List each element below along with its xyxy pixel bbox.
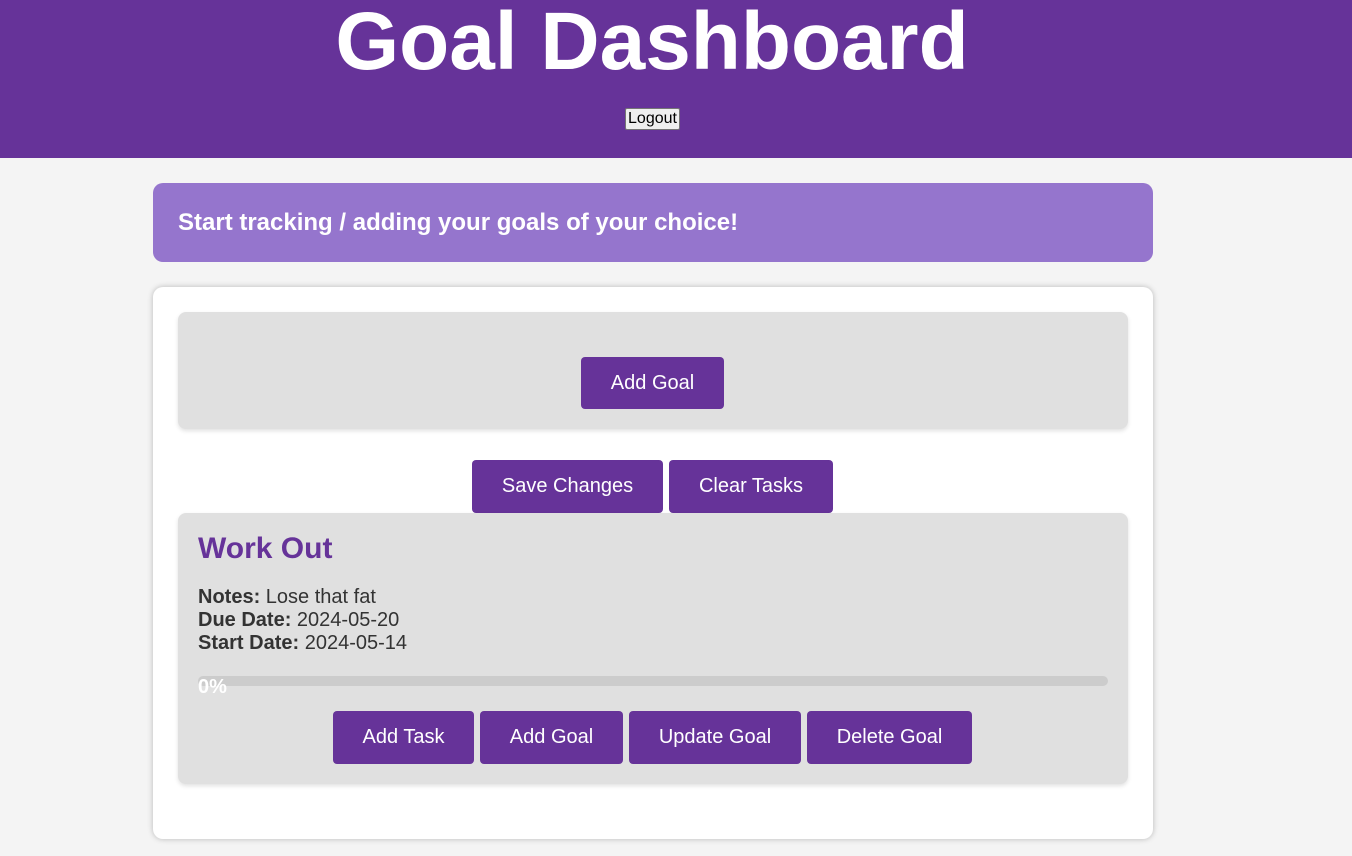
goal-due-date: Due Date: 2024-05-20 <box>198 609 399 632</box>
add-task-button[interactable]: Add Task <box>333 711 474 764</box>
due-date-label: Due Date: <box>198 609 292 631</box>
delete-goal-button[interactable]: Delete Goal <box>807 711 972 764</box>
start-date-value: 2024-05-14 <box>304 632 408 654</box>
goals-card: Add Goal Save Changes Clear Tasks Work O… <box>153 287 1153 839</box>
update-goal-button[interactable]: Update Goal <box>629 711 801 764</box>
due-date-value: 2024-05-20 <box>296 609 400 631</box>
save-changes-button[interactable]: Save Changes <box>472 460 663 513</box>
start-date-label: Start Date: <box>198 632 300 654</box>
progress-text: 0% <box>198 676 227 698</box>
notes-value: Lose that fat <box>265 586 376 608</box>
welcome-banner: Start tracking / adding your goals of yo… <box>153 183 1153 262</box>
goal-start-date: Start Date: 2024-05-14 <box>198 632 407 655</box>
add-goal-panel: Add Goal <box>178 312 1128 429</box>
clear-tasks-button[interactable]: Clear Tasks <box>669 460 833 513</box>
notes-label: Notes: <box>198 586 261 608</box>
goal-title: Work Out <box>198 532 333 565</box>
banner-text: Start tracking / adding your goals of yo… <box>178 208 739 236</box>
progress-bar <box>198 676 1108 686</box>
goal-add-goal-button[interactable]: Add Goal <box>480 711 623 764</box>
goal-item: Work Out Notes: Lose that fat Due Date: … <box>178 513 1128 784</box>
logout-button[interactable]: Logout <box>625 108 680 130</box>
add-goal-button[interactable]: Add Goal <box>581 357 724 409</box>
goal-notes: Notes: Lose that fat <box>198 586 376 609</box>
header: Goal Dashboard Logout <box>0 0 1352 158</box>
page-title: Goal Dashboard <box>335 0 969 87</box>
